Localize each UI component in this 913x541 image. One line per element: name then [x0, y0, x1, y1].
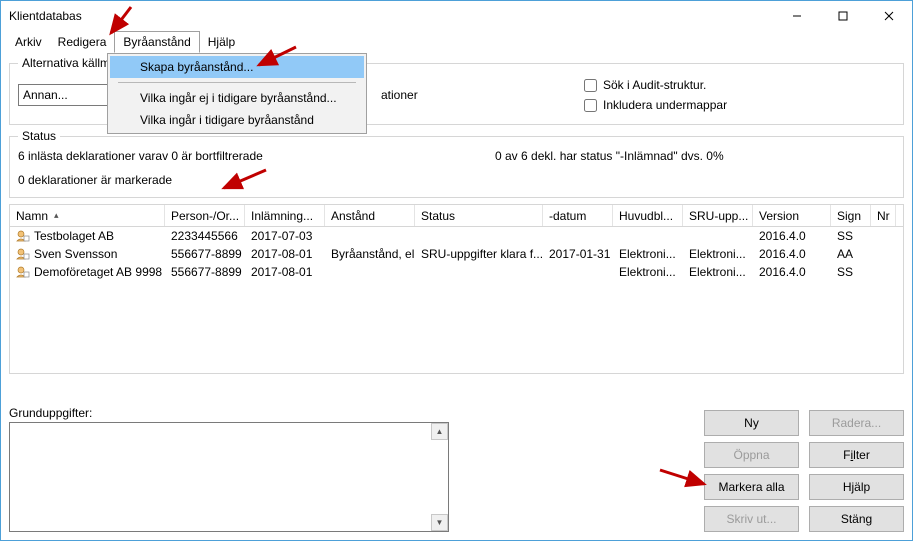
grund-listbox[interactable]: ▲ ▼ [9, 422, 449, 532]
cell: 2017-08-01 [245, 245, 325, 263]
cell [613, 227, 683, 245]
col-namn[interactable]: Namn▴ [10, 205, 165, 226]
ny-button[interactable]: Ny [704, 410, 799, 436]
markera-alla-button[interactable]: Markera alla [704, 474, 799, 500]
cell: Demoföretaget AB 9998 [10, 263, 165, 281]
cell: 2017-08-01 [245, 263, 325, 281]
menu-hjalp[interactable]: Hjälp [200, 32, 243, 52]
cell: SS [831, 263, 871, 281]
cell: 2016.4.0 [753, 227, 831, 245]
cell: Elektroni... [683, 245, 753, 263]
grund-legend: Grunduppgifter: [9, 406, 449, 420]
cell [683, 227, 753, 245]
col-version[interactable]: Version [753, 205, 831, 226]
cell [543, 227, 613, 245]
cell: Byråanstånd, el... [325, 245, 415, 263]
cell [871, 263, 896, 281]
menu-item-ej-ingar[interactable]: Vilka ingår ej i tidigare byråanstånd... [110, 87, 364, 109]
status-legend: Status [18, 129, 60, 143]
cell: 2017-01-31 [543, 245, 613, 263]
cell: Elektroni... [613, 263, 683, 281]
status-line2: 0 deklarationer är markerade [18, 173, 895, 187]
cell [871, 245, 896, 263]
maximize-button[interactable] [820, 1, 866, 31]
minimize-button[interactable] [774, 1, 820, 31]
data-grid[interactable]: Namn▴ Person-/Or... Inlämning... Anstånd… [9, 204, 904, 374]
cell [325, 263, 415, 281]
status-fieldset: Status 6 inlästa deklarationer varav 0 ä… [9, 129, 904, 198]
col-inlamning[interactable]: Inlämning... [245, 205, 325, 226]
label-fragment: ationer [381, 88, 406, 102]
button-panel: Ny Radera... Öppna Filter Markera alla H… [704, 410, 904, 532]
scroll-up-icon[interactable]: ▲ [431, 423, 448, 440]
table-row[interactable]: Testbolaget AB22334455662017-07-03 2016.4… [10, 227, 903, 245]
checkbox-audit-struktur[interactable]: Sök i Audit-struktur. [584, 76, 727, 94]
menu-separator [118, 82, 356, 83]
cell: Sven Svensson [10, 245, 165, 263]
col-person[interactable]: Person-/Or... [165, 205, 245, 226]
menu-item-skapa[interactable]: Skapa byråanstånd... [110, 56, 364, 78]
cell [543, 263, 613, 281]
col-anstand[interactable]: Anstånd [325, 205, 415, 226]
person-doc-icon [16, 266, 30, 278]
filter-button[interactable]: Filter [809, 442, 904, 468]
cell: 556677-8899 [165, 245, 245, 263]
cell: Elektroni... [613, 245, 683, 263]
menu-arkiv[interactable]: Arkiv [7, 32, 50, 52]
window-title: Klientdatabas [9, 9, 774, 23]
table-row[interactable]: Demoföretaget AB 9998556677-88992017-08-… [10, 263, 903, 281]
cell [415, 227, 543, 245]
oppna-button[interactable]: Öppna [704, 442, 799, 468]
grund-section: Grunduppgifter: ▲ ▼ [9, 406, 449, 532]
cell: 2233445566 [165, 227, 245, 245]
stang-button[interactable]: Stäng [809, 506, 904, 532]
close-button[interactable] [866, 1, 912, 31]
menu-byraanstand[interactable]: Byråanstånd [114, 31, 199, 53]
menu-dropdown: Skapa byråanstånd... Vilka ingår ej i ti… [107, 53, 367, 134]
skriv-ut-button[interactable]: Skriv ut... [704, 506, 799, 532]
col-sru[interactable]: SRU-upp... [683, 205, 753, 226]
cell: SS [831, 227, 871, 245]
status-line1-left: 6 inlästa deklarationer varav 0 är bortf… [18, 149, 495, 163]
cell: Testbolaget AB [10, 227, 165, 245]
grid-body: Testbolaget AB22334455662017-07-03 2016.4… [10, 227, 903, 281]
menu-bar: Arkiv Redigera Byråanstånd Hjälp Skapa b… [1, 31, 912, 53]
status-line1-right: 0 av 6 dekl. har status "-Inlämnad" dvs.… [495, 149, 895, 163]
cell: 556677-8899 [165, 263, 245, 281]
cell [325, 227, 415, 245]
col-huvudbl[interactable]: Huvudbl... [613, 205, 683, 226]
grid-header-row: Namn▴ Person-/Or... Inlämning... Anstånd… [10, 205, 903, 227]
cell: AA [831, 245, 871, 263]
app-window: Klientdatabas Arkiv Redigera Byråanstånd… [0, 0, 913, 541]
person-doc-icon [16, 248, 30, 260]
table-row[interactable]: Sven Svensson556677-88992017-08-01Byråan… [10, 245, 903, 263]
col-sign[interactable]: Sign [831, 205, 871, 226]
cell: 2016.4.0 [753, 245, 831, 263]
menu-redigera[interactable]: Redigera [50, 32, 115, 52]
cell: 2016.4.0 [753, 263, 831, 281]
person-doc-icon [16, 230, 30, 242]
cell: SRU-uppgifter klara f... [415, 245, 543, 263]
col-nr[interactable]: Nr [871, 205, 896, 226]
title-bar: Klientdatabas [1, 1, 912, 31]
sort-asc-icon: ▴ [54, 210, 59, 221]
col-status[interactable]: Status [415, 205, 543, 226]
col-datum[interactable]: -datum [543, 205, 613, 226]
checkbox-undermappar[interactable]: Inkludera undermappar [584, 96, 727, 114]
cell [415, 263, 543, 281]
cell [871, 227, 896, 245]
hjalp-button[interactable]: Hjälp [809, 474, 904, 500]
cell: Elektroni... [683, 263, 753, 281]
menu-item-ingar[interactable]: Vilka ingår i tidigare byråanstånd [110, 109, 364, 131]
cell: 2017-07-03 [245, 227, 325, 245]
radera-button[interactable]: Radera... [809, 410, 904, 436]
scroll-down-icon[interactable]: ▼ [431, 514, 448, 531]
